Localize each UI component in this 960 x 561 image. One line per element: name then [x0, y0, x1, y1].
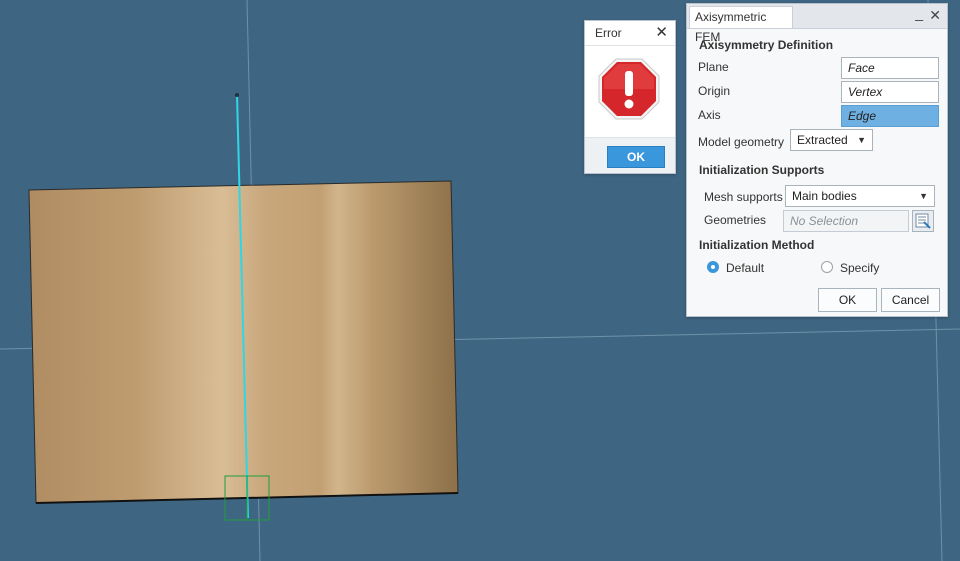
close-icon[interactable]: ✕	[655, 23, 668, 41]
specify-radio-label[interactable]: Specify	[840, 261, 879, 275]
initialization-supports-heading: Initialization Supports	[699, 163, 825, 177]
chevron-down-icon: ▼	[857, 135, 866, 145]
mesh-supports-value: Main bodies	[792, 189, 857, 203]
origin-collector[interactable]: Vertex	[841, 81, 939, 103]
origin-label: Origin	[698, 84, 731, 98]
model-geometry-dropdown[interactable]: Extracted ▼	[790, 129, 873, 151]
geometries-label: Geometries	[704, 213, 767, 227]
error-dialog-title: Error	[595, 26, 622, 40]
default-radio-label[interactable]: Default	[726, 261, 764, 275]
error-ok-button[interactable]: OK	[607, 146, 665, 168]
panel-tabbar: Axisymmetric FEM _ ✕	[687, 4, 947, 44]
chevron-down-icon: ▼	[919, 191, 928, 201]
mesh-supports-dropdown[interactable]: Main bodies ▼	[785, 185, 935, 207]
axisymmetric-fem-panel: Axisymmetric FEM _ ✕ Axisymmetry Definit…	[686, 3, 948, 317]
plane-label: Plane	[698, 60, 729, 74]
specify-radio[interactable]	[821, 261, 833, 273]
tab-axisymmetric-fem[interactable]: Axisymmetric FEM	[689, 6, 793, 44]
model-geometry-label: Model geometry	[698, 135, 785, 149]
error-dialog-titlebar[interactable]: Error ✕	[585, 21, 675, 46]
minimize-icon[interactable]: _	[915, 5, 923, 21]
error-dialog-footer: OK	[585, 137, 675, 173]
ok-button[interactable]: OK	[818, 288, 877, 312]
plane-collector[interactable]: Face	[841, 57, 939, 79]
error-dialog: Error ✕ OK	[584, 20, 676, 174]
geometries-collector[interactable]: No Selection	[783, 210, 909, 232]
initialization-method-heading: Initialization Method	[699, 238, 815, 252]
selection-list-icon	[915, 213, 931, 229]
default-radio[interactable]	[707, 261, 719, 273]
model-geometry-value: Extracted	[797, 133, 848, 147]
mesh-supports-label: Mesh supports	[704, 190, 783, 204]
axis-collector[interactable]: Edge	[841, 105, 939, 127]
axis-label: Axis	[698, 108, 721, 122]
select-geometry-button[interactable]	[912, 210, 934, 232]
error-stop-icon	[598, 58, 660, 120]
cancel-button[interactable]: Cancel	[881, 288, 940, 312]
axisymmetry-definition-heading: Axisymmetry Definition	[699, 38, 834, 52]
close-icon[interactable]: ✕	[929, 7, 941, 24]
